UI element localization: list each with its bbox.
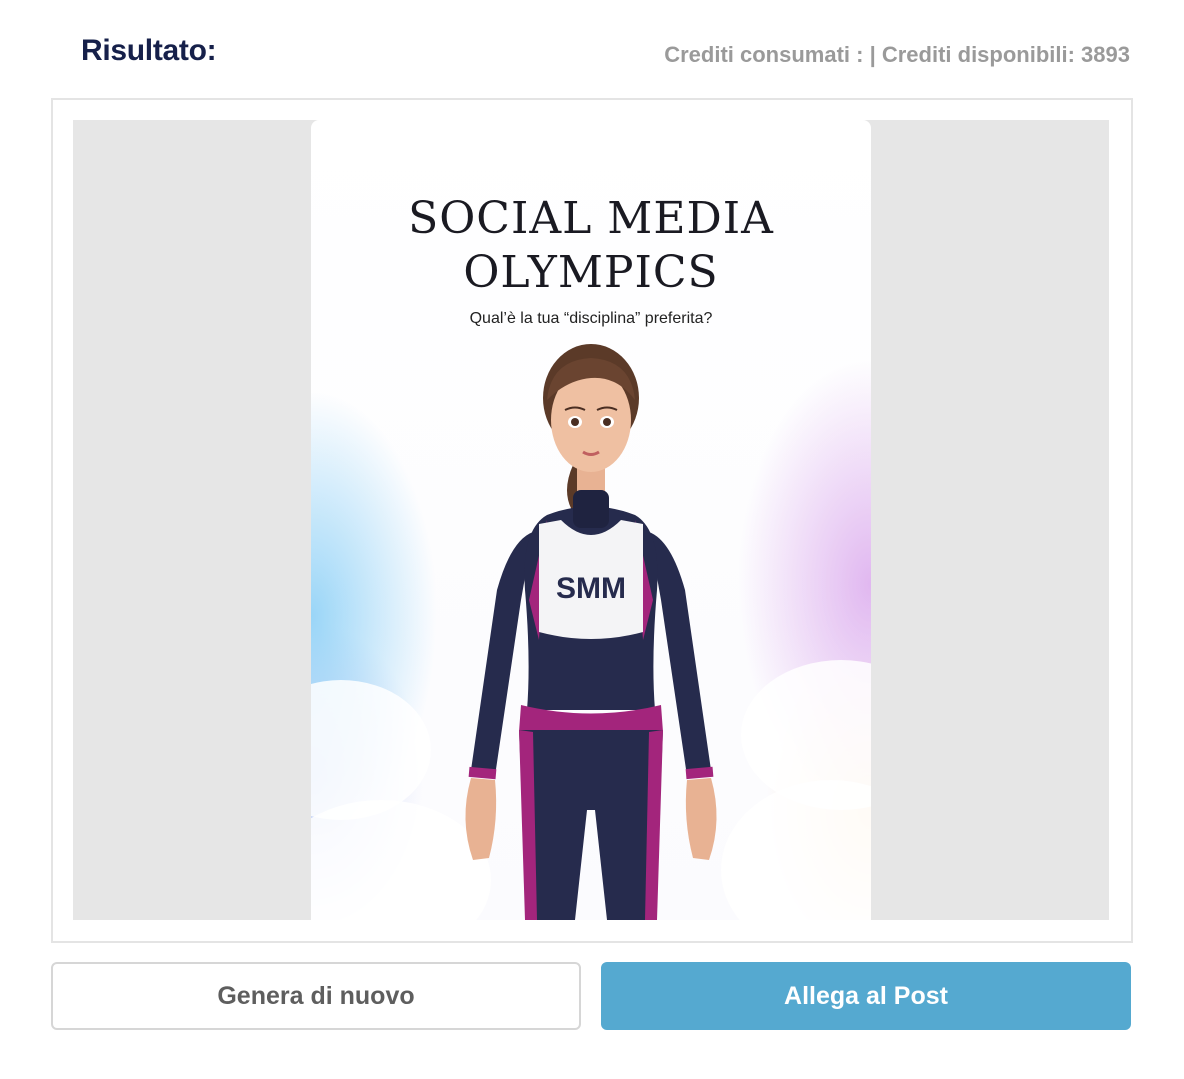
generated-image: SOCIAL MEDIA OLYMPICS Qual’è la tua “dis… <box>311 120 871 920</box>
shirt-text: SMM <box>556 572 626 605</box>
image-preview-area: SOCIAL MEDIA OLYMPICS Qual’è la tua “dis… <box>73 120 1109 920</box>
athlete-illustration: SMM <box>465 344 717 920</box>
result-frame: SOCIAL MEDIA OLYMPICS Qual’è la tua “dis… <box>51 98 1133 943</box>
attach-to-post-button[interactable]: Allega al Post <box>601 962 1131 1030</box>
result-page: Risultato: Crediti consumati : | Crediti… <box>0 0 1184 1079</box>
credits-info: Crediti consumati : | Crediti disponibil… <box>664 42 1130 67</box>
regenerate-button[interactable]: Genera di nuovo <box>51 962 581 1030</box>
result-heading: Risultato: <box>81 34 217 67</box>
action-buttons: Genera di nuovo Allega al Post <box>51 962 1131 1030</box>
